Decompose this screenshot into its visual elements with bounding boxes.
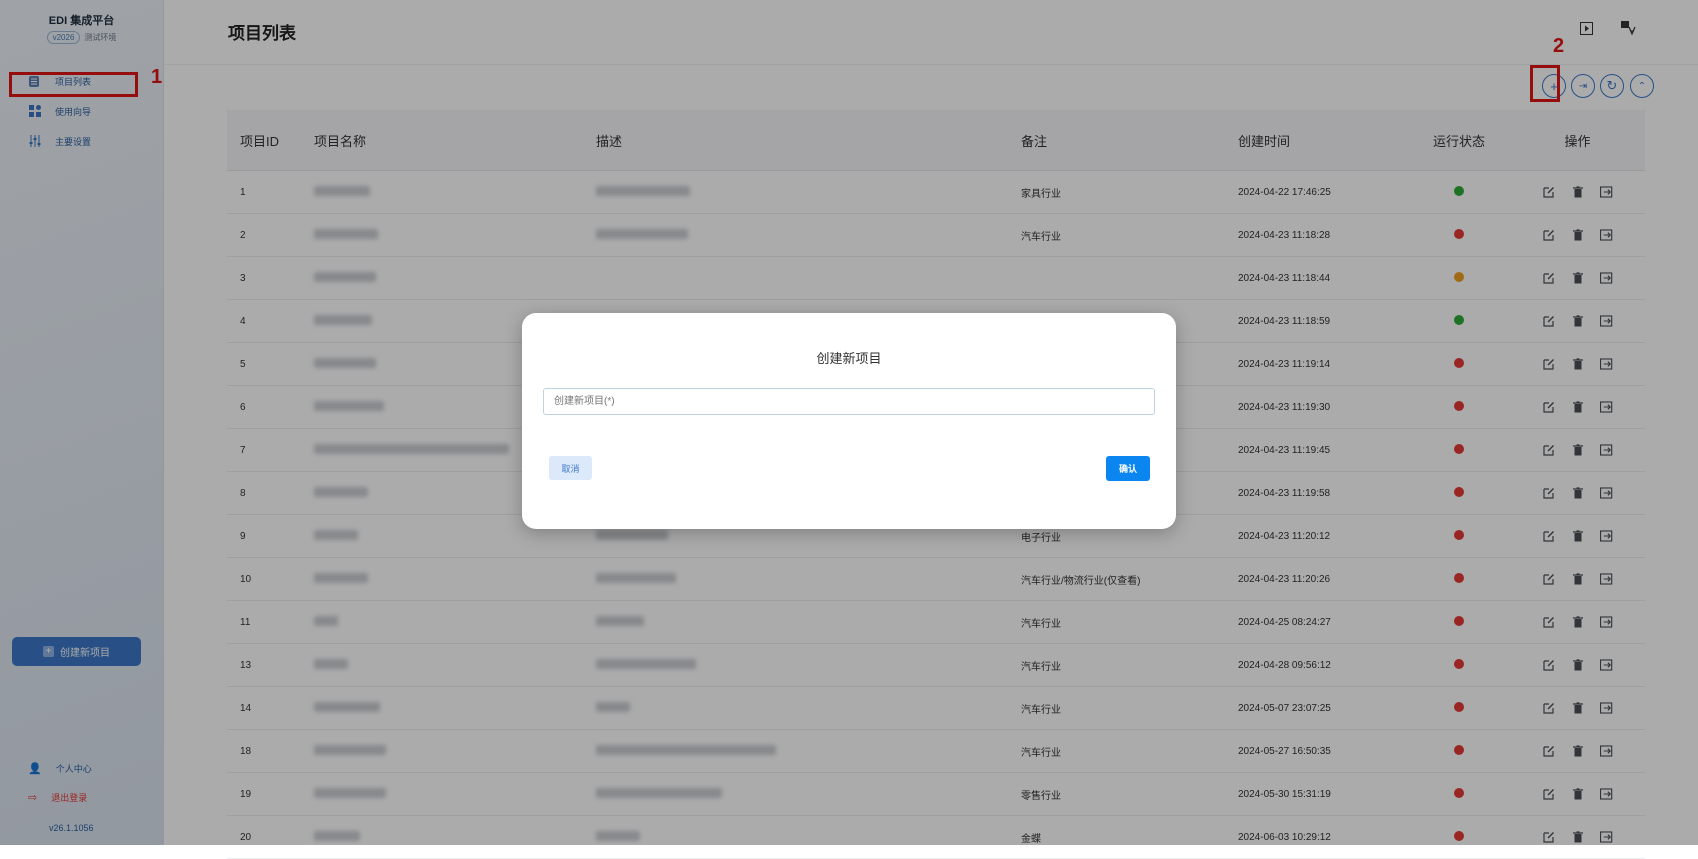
modal-title: 创建新项目 [816, 351, 882, 366]
cancel-button[interactable]: 取消 [549, 456, 592, 480]
confirm-button[interactable]: 确认 [1106, 456, 1150, 481]
create-project-modal: 创建新项目 取消 确认 [522, 313, 1176, 529]
project-name-input[interactable] [543, 388, 1155, 415]
